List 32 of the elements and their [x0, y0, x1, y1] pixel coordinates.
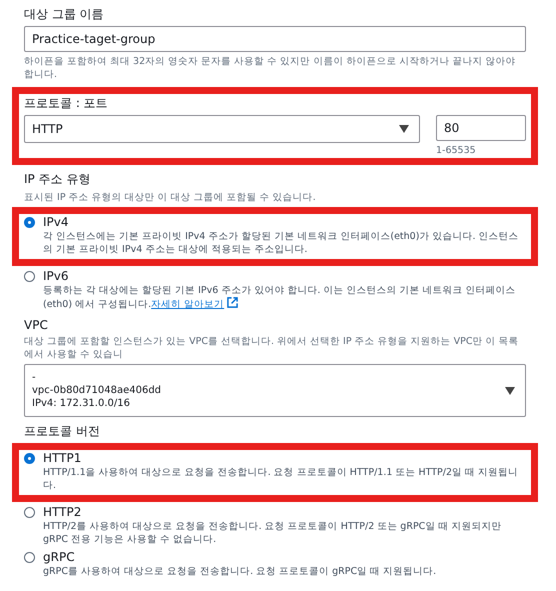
radio-button[interactable]	[24, 217, 35, 228]
field-hint: 하이픈을 포함하여 최대 32자의 영숫자 문자를 사용할 수 있지만 이름이 하이픈으로 시작하거나 끝나지 않아야 합니다.	[24, 55, 516, 81]
field-label: 대상 그룹 이름	[24, 6, 105, 23]
option-description: HTTP/2를 사용하여 대상으로 요청을 전송합니다. 요청 프로토콜이 HTTP/2 또는 gRPC일 때 지원되지만 gRPC 전용 기능은 사용할 수 없습니다.	[43, 520, 502, 546]
learn-more-link[interactable]: 자세히 알아보기	[151, 299, 238, 310]
protocol-dropdown[interactable]: HTTP	[24, 115, 420, 143]
vpc-dropdown[interactable]: - vpc-0b80d71048ae406dd IPv4: 172.31.0.0/16	[24, 364, 526, 418]
field-label: VPC	[24, 318, 49, 332]
option-label: HTTP1	[43, 451, 82, 466]
caret-icon	[505, 386, 515, 395]
field-hint: 표시된 IP 주소 유형의 대상만 이 대상 그룹에 포함될 수 있습니다.	[24, 191, 317, 204]
option-description: gRPC를 사용하여 대상으로 요청을 전송합니다. 요청 프로토콜이 gRPC일 때 지원됩니다.	[43, 566, 436, 578]
field-label: 프로토콜 버전	[24, 423, 101, 440]
option-label: IPv6	[43, 268, 70, 283]
field-hint: 대상 그룹에 포함할 인스턴스가 있는 VPC를 선택합니다. 위에서 선택한 IP 주소 유형을 지원하는 VPC만 이 목록에서 사용할 수 있습니	[24, 335, 520, 362]
option-description: 등록하는 각 대상에는 할당된 기본 IPv6 주소가 있어야 합니다. 이는 인스턴스의 기본 네트워크 인터페이스(eth0) 에서 구성됩니다.자세히 알아보기	[43, 284, 516, 312]
radio-button[interactable]	[24, 552, 35, 562]
name-input-field[interactable]: Practice-taget-group	[24, 26, 526, 52]
field-label: 프로토콜 : 포트	[24, 95, 109, 112]
option-description: 각 인스턴스에는 기본 프라이빗 IPv4 주소가 할당된 기본 네트워크 인터페이스(eth0)가 있습니다. 인스턴스의 기본 프라이빗 IPv4 주소는 대상에 적용되는 주소입니다.	[43, 231, 520, 257]
option-label: gRPC	[43, 550, 76, 564]
radio-button[interactable]	[24, 270, 35, 282]
radio-button[interactable]	[24, 453, 35, 464]
caret-icon	[399, 125, 409, 133]
option-description: HTTP/1.1을 사용하여 대상으로 요청을 전송합니다. 요청 프로토콜이 HTTP/1.1 또는 HTTP/2일 때 지원됩니다.	[43, 467, 520, 493]
radio-button[interactable]	[24, 506, 35, 518]
port-input-field[interactable]: 80	[436, 115, 526, 141]
option-label: IPv4	[43, 215, 70, 229]
port-range-hint: 1-65535	[436, 145, 477, 156]
option-label: HTTP2	[43, 504, 82, 519]
field-label: IP 주소 유형	[24, 171, 92, 188]
external-link-icon	[227, 297, 238, 308]
